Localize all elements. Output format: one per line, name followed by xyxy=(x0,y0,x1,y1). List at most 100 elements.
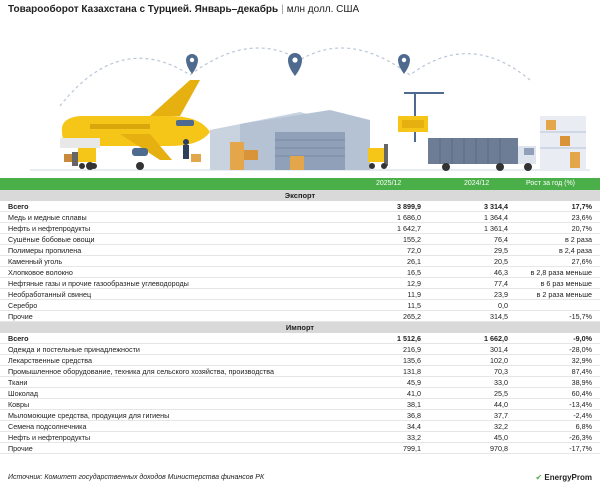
value-2025: 11,5 xyxy=(407,301,421,310)
value-2024: 29,5 xyxy=(494,246,508,255)
growth-rate: -28,0% xyxy=(569,345,592,354)
growth-rate: в 2 раза xyxy=(564,235,592,244)
value-2024: 970,8 xyxy=(490,444,508,453)
row-name: Сушёные бобовые овощи xyxy=(8,235,95,244)
growth-rate: в 2,4 раза xyxy=(558,246,592,255)
section-header: Экспорт xyxy=(0,190,600,201)
growth-rate: -17,7% xyxy=(569,444,592,453)
row-name: Полимеры пропилена xyxy=(8,246,82,255)
shelving-icon xyxy=(540,116,586,170)
energyprom-logo: ✔ EnergyProm xyxy=(535,473,592,482)
table-row: Нефтяные газы и прочие газообразные угле… xyxy=(0,278,600,289)
growth-rate: 23,6% xyxy=(571,213,592,222)
col-growth: Рост за год (%) xyxy=(526,180,576,187)
row-name: Одежда и постельные принадлежности xyxy=(8,345,140,354)
value-2025: 135,6 xyxy=(403,356,421,365)
value-2025: 1 512,6 xyxy=(397,334,421,343)
value-2024: 314,5 xyxy=(490,312,508,321)
value-2024: 33,0 xyxy=(494,378,508,387)
row-name: Нефть и нефтепродукты xyxy=(8,224,91,233)
value-2025: 3 899,9 xyxy=(397,202,421,211)
value-2025: 216,9 xyxy=(403,345,421,354)
value-2025: 799,1 xyxy=(403,444,421,453)
value-2024: 1 662,0 xyxy=(484,334,508,343)
growth-rate: -9,0% xyxy=(573,334,592,343)
value-2025: 33,2 xyxy=(407,433,421,442)
truck-icon xyxy=(428,138,536,171)
table-row: Мыломоющие средства, продукция для гигие… xyxy=(0,410,600,421)
table-row: Промышленное оборудование, техника для с… xyxy=(0,366,600,377)
value-2025: 11,9 xyxy=(407,290,421,299)
value-2025: 265,2 xyxy=(403,312,421,321)
row-name: Всего xyxy=(8,334,29,343)
logo-text: EnergyProm xyxy=(544,473,592,482)
logo-check-icon: ✔ xyxy=(535,473,543,482)
row-name: Каменный уголь xyxy=(8,257,63,266)
table-row: Семена подсолнечника 34,4 32,2 6,8% xyxy=(0,421,600,432)
value-2025: 72,0 xyxy=(407,246,421,255)
table-row: Серебро 11,5 0,0 xyxy=(0,300,600,311)
row-name: Ткани xyxy=(8,378,28,387)
growth-rate: -26,3% xyxy=(569,433,592,442)
value-2025: 1 686,0 xyxy=(397,213,421,222)
value-2025: 36,8 xyxy=(407,411,421,420)
growth-rate: в 2,8 раза меньше xyxy=(530,268,592,277)
row-name: Нефть и нефтепродукты xyxy=(8,433,91,442)
value-2024: 102,0 xyxy=(490,356,508,365)
growth-rate: 20,7% xyxy=(571,224,592,233)
value-2024: 44,0 xyxy=(494,400,508,409)
table-row: Всего 1 512,6 1 662,0 -9,0% xyxy=(0,333,600,344)
value-2024: 76,4 xyxy=(494,235,508,244)
value-2024: 1 361,4 xyxy=(484,224,508,233)
page-title: Товарооборот Казахстана с Турцией. Январ… xyxy=(8,4,359,15)
row-name: Мыломоющие средства, продукция для гигие… xyxy=(8,411,170,420)
table-row: Шоколад 41,0 25,5 60,4% xyxy=(0,388,600,399)
row-name: Всего xyxy=(8,202,29,211)
title-main: Товарооборот Казахстана с Турцией. Январ… xyxy=(8,4,279,15)
value-2024: 37,7 xyxy=(494,411,508,420)
row-name: Прочие xyxy=(8,444,33,453)
value-2025: 41,0 xyxy=(407,389,421,398)
table-row: Всего 3 899,9 3 314,4 17,7% xyxy=(0,201,600,212)
value-2025: 12,9 xyxy=(407,279,421,288)
section-header: Импорт xyxy=(0,322,600,333)
value-2025: 45,9 xyxy=(407,378,421,387)
value-2025: 34,4 xyxy=(407,422,421,431)
value-2024: 1 364,4 xyxy=(484,213,508,222)
row-name: Ковры xyxy=(8,400,30,409)
row-name: Лекарственные средства xyxy=(8,356,92,365)
value-2025: 131,8 xyxy=(403,367,421,376)
col-2024: 2024/12 xyxy=(464,180,490,187)
location-pin-icon xyxy=(288,53,302,76)
title-unit: млн долл. США xyxy=(286,4,360,15)
value-2025: 26,1 xyxy=(407,257,421,266)
table-row: Прочие 799,1 970,8 -17,7% xyxy=(0,443,600,454)
growth-rate: 27,6% xyxy=(571,257,592,266)
crane-icon xyxy=(398,92,444,142)
source-note: Источник: Комитет государственных доходо… xyxy=(8,474,265,481)
growth-rate: 87,4% xyxy=(571,367,592,376)
value-2025: 16,5 xyxy=(407,268,421,277)
column-header: 2025/12 2024/12 Рост за год (%) xyxy=(0,178,600,190)
table-row: Хлопковое волокно 16,5 46,3 в 2,8 раза мень… xyxy=(0,267,600,278)
row-name: Медь и медные сплавы xyxy=(8,213,87,222)
value-2025: 155,2 xyxy=(403,235,421,244)
value-2024: 46,3 xyxy=(494,268,508,277)
logistics-illustration xyxy=(0,47,600,178)
table-row: Каменный уголь 26,1 20,5 27,6% xyxy=(0,256,600,267)
table-row: Медь и медные сплавы 1 686,0 1 364,4 23,6% xyxy=(0,212,600,223)
row-name: Нефтяные газы и прочие газообразные угле… xyxy=(8,279,189,288)
growth-rate: 38,9% xyxy=(571,378,592,387)
growth-rate: в 2 раза меньше xyxy=(536,290,592,299)
forklift-icon xyxy=(64,148,97,169)
row-name: Промышленное оборудование, техника для с… xyxy=(8,367,275,376)
growth-rate: -2,4% xyxy=(573,411,592,420)
table-row: Прочие 265,2 314,5 -15,7% xyxy=(0,311,600,322)
table-row: Ткани 45,9 33,0 38,9% xyxy=(0,377,600,388)
warehouse-icon xyxy=(210,110,370,170)
table-row: Полимеры пропилена 72,0 29,5 в 2,4 раза xyxy=(0,245,600,256)
table-row: Ковры 38,1 44,0 -13,4% xyxy=(0,399,600,410)
value-2024: 0,0 xyxy=(498,301,508,310)
location-pin-icon xyxy=(398,54,410,74)
row-name: Серебро xyxy=(8,301,38,310)
